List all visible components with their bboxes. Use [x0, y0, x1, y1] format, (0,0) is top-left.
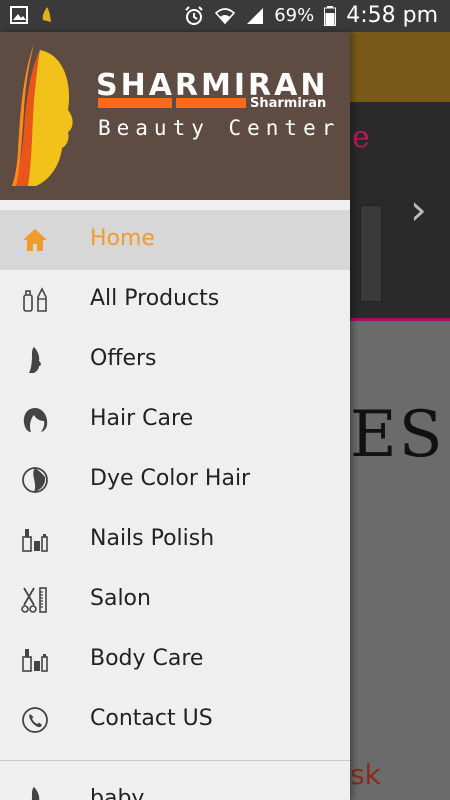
battery-percent: 69%	[274, 5, 315, 26]
clock: 4:58 pm	[346, 3, 438, 28]
scissors-comb-icon	[21, 587, 47, 613]
chevron-right-icon[interactable]: ›	[410, 185, 427, 234]
status-bar: 69% 4:58 pm	[0, 0, 450, 32]
menu-label-hair-care: Hair Care	[90, 406, 194, 431]
gallery-icon	[10, 6, 28, 24]
menu-item-home[interactable]: Home	[0, 210, 350, 270]
menu-label-body-care: Body Care	[90, 646, 204, 671]
background-product-image	[360, 205, 382, 302]
dye-icon	[22, 467, 48, 493]
phone-icon	[22, 707, 48, 733]
status-right: 69% 4:58 pm	[184, 3, 438, 28]
drawer-header: SHARMIRAN Sharmiran Beauty Center	[0, 32, 350, 200]
body-care-icon	[22, 649, 48, 672]
navigation-drawer: SHARMIRAN Sharmiran Beauty Center Home A…	[0, 32, 350, 800]
menu-label-contact-us: Contact US	[90, 706, 213, 731]
menu-item-all-products[interactable]: All Products	[0, 270, 350, 330]
logo-face-icon	[12, 44, 73, 186]
cosmetics-icon	[23, 287, 47, 312]
menu-item-offers[interactable]: Offers	[0, 330, 350, 390]
brand-bar-right	[176, 98, 246, 108]
brand-subtitle: Sharmiran	[250, 96, 327, 111]
background-text-e: e	[352, 120, 370, 155]
menu-item-baby[interactable]: baby	[0, 770, 350, 800]
drawer-menu: Home All Products Offers Hair Care Dye C…	[0, 210, 350, 750]
background-text-sk: sk	[350, 758, 381, 791]
signal-icon	[247, 7, 264, 24]
woman-silhouette-icon	[31, 787, 40, 800]
home-icon	[23, 229, 47, 251]
wifi-icon	[215, 7, 236, 24]
notification-icon	[42, 7, 51, 22]
brand-tagline: Beauty Center	[98, 116, 341, 140]
battery-icon	[324, 5, 337, 26]
menu-label-dye-color-hair: Dye Color Hair	[90, 466, 251, 491]
brand-bar-left	[98, 98, 172, 108]
menu-label-all-products: All Products	[90, 286, 220, 311]
menu-item-dye-color-hair[interactable]: Dye Color Hair	[0, 450, 350, 510]
menu-label-nails-polish: Nails Polish	[90, 526, 215, 551]
menu-item-contact-us[interactable]: Contact US	[0, 690, 350, 750]
background-text-es: ES	[350, 398, 445, 472]
menu-item-hair-care[interactable]: Hair Care	[0, 390, 350, 450]
menu-label-offers: Offers	[90, 346, 157, 371]
background-app-bar	[350, 32, 450, 102]
menu-label-baby: baby	[90, 786, 145, 800]
woman-silhouette-icon	[29, 347, 41, 373]
menu-item-body-care[interactable]: Body Care	[0, 630, 350, 690]
menu-label-home: Home	[90, 226, 155, 251]
hair-icon	[23, 408, 48, 432]
menu-item-nails-polish[interactable]: Nails Polish	[0, 510, 350, 570]
alarm-icon	[185, 5, 203, 25]
menu-item-salon[interactable]: Salon	[0, 570, 350, 630]
nail-polish-icon	[22, 529, 48, 552]
status-left	[10, 6, 56, 24]
menu-divider	[0, 760, 350, 761]
menu-label-salon: Salon	[90, 586, 151, 611]
